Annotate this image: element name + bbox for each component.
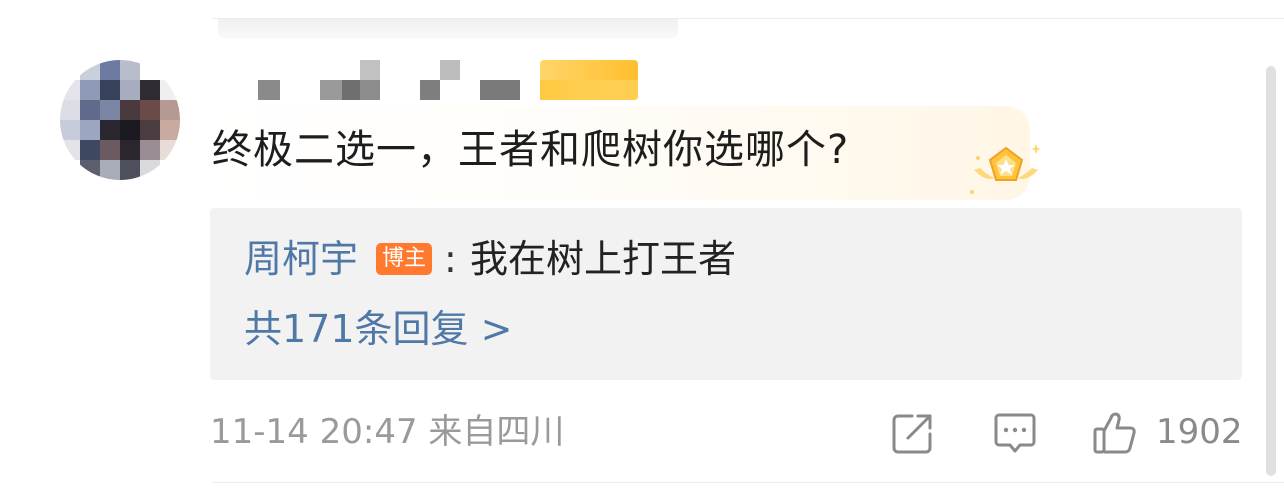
comment-text: 终极二选一，王者和爬树你选哪个? (212, 127, 850, 173)
avatar[interactable] (60, 60, 180, 180)
share-icon[interactable] (890, 410, 936, 456)
previous-item-edge (218, 19, 678, 39)
like-count: 1902 (1156, 412, 1243, 452)
comment-icon[interactable] (992, 410, 1038, 456)
comment-card: 终极二选一，王者和爬树你选哪个? 周柯宇 博主 : 我在树上打王者 共171条回… (0, 0, 1284, 497)
blogger-badge: 博主 (376, 243, 432, 275)
vip-badge (540, 60, 638, 100)
username-obscured[interactable] (258, 58, 558, 102)
thumbs-up-icon[interactable] (1092, 410, 1138, 456)
timestamp-location: 11-14 20:47 来自四川 (210, 412, 565, 452)
reply-text: 我在树上打王者 (470, 237, 737, 281)
reply-author-name[interactable]: 周柯宇 (244, 234, 358, 284)
view-all-replies-link[interactable]: 共171条回复 > (244, 304, 512, 354)
bottom-divider (212, 482, 1284, 483)
scrollbar[interactable] (1266, 66, 1276, 476)
reply-separator: : (444, 237, 457, 281)
star-medal-icon (970, 144, 1041, 194)
